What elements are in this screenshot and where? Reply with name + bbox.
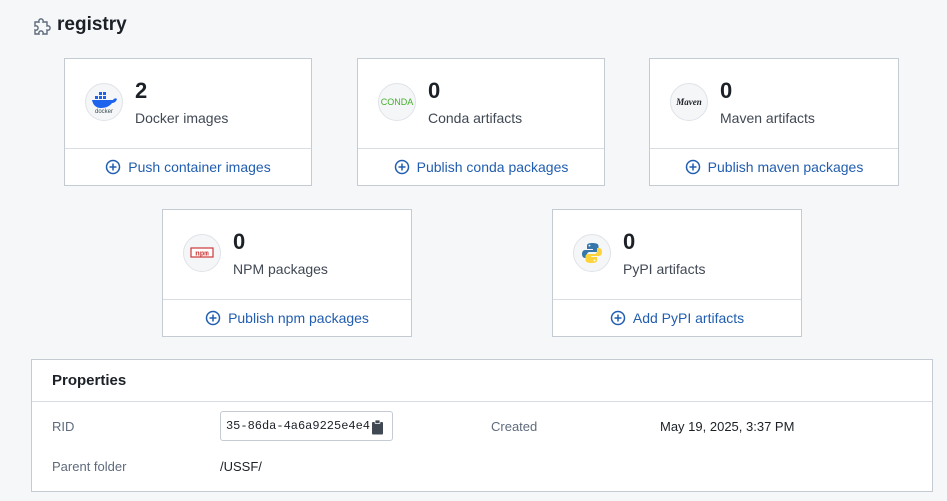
publish-conda-packages-button[interactable]: Publish conda packages <box>358 148 604 186</box>
publish-maven-packages-label: Publish maven packages <box>707 159 864 175</box>
maven-icon: Maven <box>670 83 708 121</box>
add-circle-icon <box>205 310 221 326</box>
svg-text:npm: npm <box>195 251 209 259</box>
push-container-images-label: Push container images <box>128 159 271 175</box>
properties-panel: Properties RID 35-86da-4a6a9225e4e4 Crea… <box>31 359 933 492</box>
maven-label: Maven artifacts <box>720 110 815 126</box>
publish-maven-packages-button[interactable]: Publish maven packages <box>650 148 898 186</box>
svg-text:Maven: Maven <box>675 97 702 107</box>
publish-conda-packages-label: Publish conda packages <box>416 159 569 175</box>
card-summary: npm 0 NPM packages <box>163 210 411 300</box>
puzzle-icon <box>34 18 51 35</box>
conda-icon: CONDA <box>378 83 416 121</box>
clipboard-icon[interactable] <box>371 419 384 435</box>
add-circle-icon <box>685 159 700 175</box>
parent-folder-value[interactable]: /USSF/ <box>220 459 262 474</box>
svg-text:CONDA: CONDA <box>381 97 414 107</box>
card-summary: 0 PyPI artifacts <box>553 210 801 300</box>
add-circle-icon <box>106 159 121 175</box>
docker-label: Docker images <box>135 110 229 126</box>
pypi-label: PyPI artifacts <box>623 261 706 277</box>
add-circle-icon <box>394 159 409 175</box>
docker-icon: docker <box>85 83 123 121</box>
npm-card: npm 0 NPM packages Publish npm packages <box>162 209 412 337</box>
rid-field[interactable]: 35-86da-4a6a9225e4e4 <box>220 411 393 441</box>
add-pypi-artifacts-label: Add PyPI artifacts <box>632 310 745 326</box>
pypi-card: 0 PyPI artifacts Add PyPI artifacts <box>552 209 802 337</box>
parent-folder-label: Parent folder <box>52 459 127 474</box>
npm-icon: npm <box>183 234 221 272</box>
properties-title: Properties <box>32 360 932 402</box>
conda-label: Conda artifacts <box>428 110 523 126</box>
rid-label: RID <box>52 419 75 434</box>
card-summary: CONDA 0 Conda artifacts <box>358 59 604 149</box>
page-header: registry <box>31 14 127 36</box>
maven-count: 0 <box>720 78 733 103</box>
docker-card: docker 2 Docker images Push container im… <box>64 58 312 186</box>
npm-label: NPM packages <box>233 261 328 277</box>
conda-card: CONDA 0 Conda artifacts Publish conda pa… <box>357 58 605 186</box>
push-container-images-button[interactable]: Push container images <box>65 148 311 186</box>
maven-card: Maven 0 Maven artifacts Publish maven pa… <box>649 58 899 186</box>
card-summary: docker 2 Docker images <box>65 59 311 149</box>
rid-value[interactable]: 35-86da-4a6a9225e4e4 <box>221 419 370 433</box>
conda-count: 0 <box>428 78 441 103</box>
created-label: Created <box>491 419 538 434</box>
npm-count: 0 <box>233 229 246 254</box>
publish-npm-packages-button[interactable]: Publish npm packages <box>163 299 411 337</box>
docker-count: 2 <box>135 78 148 103</box>
python-icon <box>573 234 611 272</box>
pypi-count: 0 <box>623 229 636 254</box>
svg-text:docker: docker <box>95 109 113 115</box>
publish-npm-packages-label: Publish npm packages <box>228 310 369 326</box>
add-pypi-artifacts-button[interactable]: Add PyPI artifacts <box>553 299 801 337</box>
page-title: registry <box>57 14 127 35</box>
created-value: May 19, 2025, 3:37 PM <box>660 419 795 434</box>
card-summary: Maven 0 Maven artifacts <box>650 59 898 149</box>
add-circle-icon <box>610 310 626 326</box>
